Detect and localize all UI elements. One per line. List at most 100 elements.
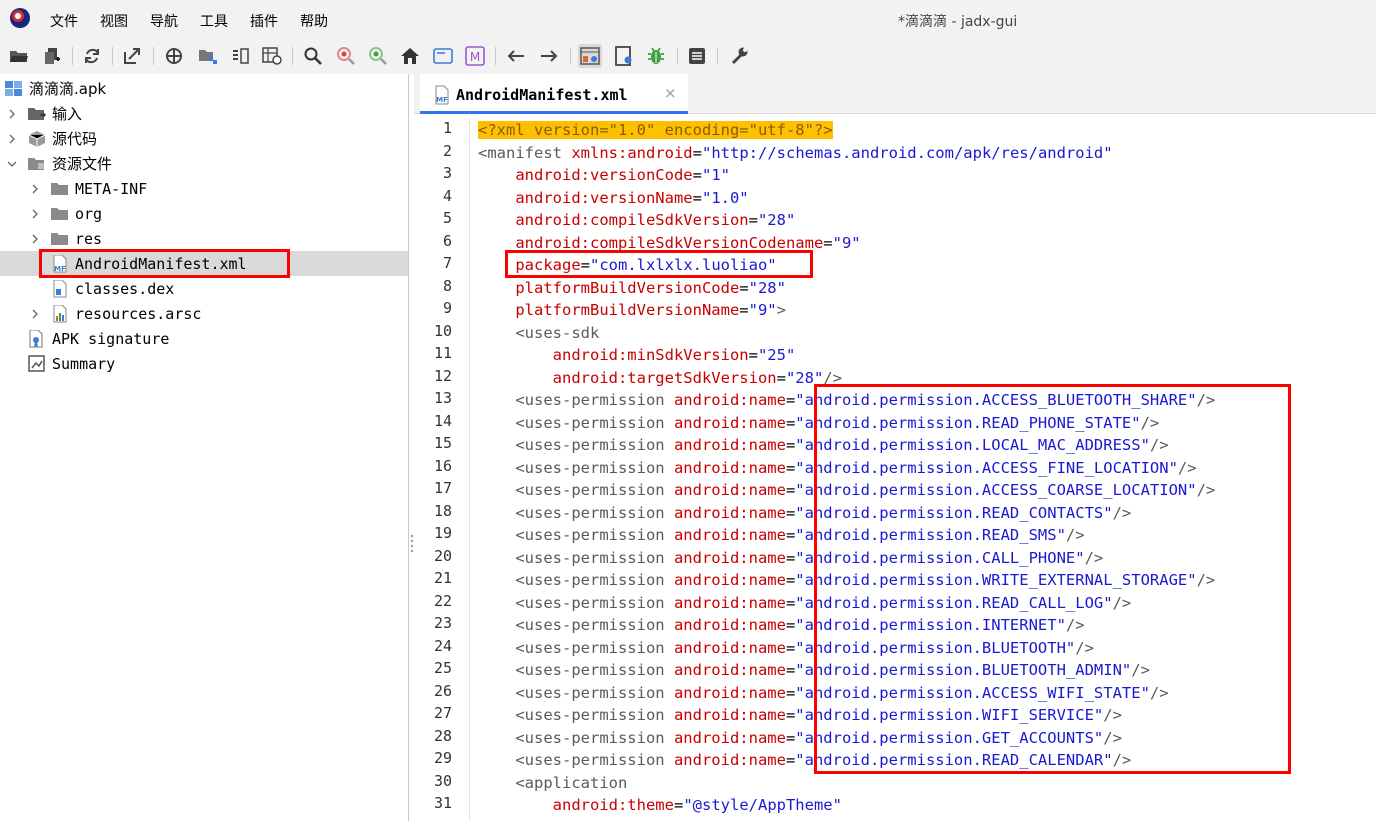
code-token-attr: android:name: [673, 458, 786, 477]
tree-item-res[interactable]: res: [0, 226, 408, 251]
code-token-tag: />: [1140, 413, 1160, 432]
window-title: *滴滴滴 - jadx-gui: [898, 14, 1018, 30]
folder-icon: [51, 231, 69, 247]
code-token-eq: =: [785, 481, 796, 499]
code-token-attr: android:name: [673, 638, 786, 657]
line-number: 1: [442, 119, 452, 137]
code-token-eq: =: [785, 548, 796, 567]
chevron-right-icon[interactable]: [30, 209, 40, 219]
tree-item-android-manifest[interactable]: MF AndroidManifest.xml: [0, 251, 408, 276]
code-token-val: "@style/AppTheme": [683, 796, 842, 814]
code-line: <uses-permission android:name="android.p…: [478, 457, 1196, 479]
code-token-tag: <uses-permission: [515, 751, 674, 769]
search-icon[interactable]: [301, 44, 325, 68]
code-token-eq: =: [785, 661, 796, 679]
close-icon[interactable]: ×: [664, 84, 677, 102]
folder-icon: [51, 181, 69, 197]
split-view-icon[interactable]: [228, 44, 252, 68]
tree-item-resources[interactable]: 资源文件: [0, 151, 408, 176]
code-token-tag: <uses-permission: [515, 458, 674, 477]
code-token-eq: =: [673, 796, 684, 814]
code-token-eq: =: [580, 256, 590, 274]
forward-icon[interactable]: [537, 44, 561, 68]
menu-tools[interactable]: 工具: [200, 11, 228, 31]
tree-item-label: 滴滴滴.apk: [29, 80, 107, 98]
tree-item-input[interactable]: 输入: [0, 101, 408, 126]
log-icon[interactable]: [685, 44, 709, 68]
code-token-eq: =: [692, 143, 702, 162]
sync-target-icon[interactable]: [162, 44, 186, 68]
code-token-tag: <uses-permission: [515, 436, 674, 454]
code-token-tag: <manifest: [478, 143, 572, 162]
code-line: <uses-sdk: [478, 322, 599, 344]
tree-item-label: 资源文件: [52, 155, 113, 173]
code-token-tag: />: [1075, 638, 1094, 657]
code-token-tag: />: [1112, 593, 1132, 612]
code-token-eq: =: [739, 278, 749, 297]
code-token-val: "28": [748, 278, 786, 297]
code-token-attr: package: [515, 256, 581, 274]
tree-item-apk-signature[interactable]: APK signature: [0, 326, 408, 351]
code-token-tag: <uses-permission: [515, 616, 674, 634]
add-files-icon[interactable]: [40, 44, 64, 68]
code-token-val: "28": [757, 211, 796, 229]
flatten-packages-icon[interactable]: [196, 44, 220, 68]
code-token-attr: android:name: [673, 436, 786, 454]
tree-item-meta-inf[interactable]: META-INF: [0, 176, 408, 201]
decompile-all-icon[interactable]: [260, 44, 284, 68]
tree-item-classes-dex[interactable]: classes.dex: [0, 276, 408, 301]
line-number: 9: [442, 299, 452, 317]
tree-item-label: 输入: [52, 105, 83, 123]
quick-tabs-icon[interactable]: [612, 44, 636, 68]
menu-file[interactable]: 文件: [50, 11, 78, 31]
search-usage-icon[interactable]: [334, 44, 358, 68]
open-folder-icon[interactable]: [7, 44, 31, 68]
tab-android-manifest[interactable]: MF AndroidManifest.xml ×: [420, 74, 688, 114]
chevron-right-icon[interactable]: [7, 109, 17, 119]
chevron-right-icon[interactable]: [30, 309, 40, 319]
frame-icon[interactable]: [431, 44, 455, 68]
code-line: <uses-permission android:name="android.p…: [478, 682, 1168, 704]
debugger-icon[interactable]: [644, 44, 668, 68]
code-token-attr: xmlns:android: [571, 143, 693, 162]
code-token-tag: />: [1149, 436, 1169, 454]
tree-item-apk[interactable]: 滴滴滴.apk: [0, 76, 408, 101]
code-token-tag: />: [1112, 503, 1132, 522]
code-area[interactable]: <?xml version="1.0" encoding="utf-8"?> <m…: [478, 118, 1376, 821]
tree-item-summary[interactable]: Summary: [0, 351, 408, 376]
chevron-right-icon[interactable]: [30, 234, 40, 244]
export-icon[interactable]: [120, 44, 144, 68]
chevron-right-icon[interactable]: [30, 184, 40, 194]
tree-item-source[interactable]: 源代码: [0, 126, 408, 151]
menu-help[interactable]: 帮助: [300, 11, 328, 31]
search-comment-icon[interactable]: [366, 44, 390, 68]
code-token-tag: />: [1103, 728, 1122, 747]
code-token-eq: =: [785, 593, 796, 612]
menu-view[interactable]: 视图: [100, 11, 128, 31]
smali-icon[interactable]: M: [463, 44, 487, 68]
code-token-val: "com.lxlxlx.luoliao": [590, 256, 777, 274]
deobfuscation-icon[interactable]: [578, 44, 602, 68]
code-token-eq: =: [785, 706, 796, 724]
code-token-tag: />: [1065, 526, 1085, 544]
preferences-icon[interactable]: [727, 44, 751, 68]
home-icon[interactable]: [398, 44, 422, 68]
back-icon[interactable]: [504, 44, 528, 68]
menu-navigation[interactable]: 导航: [150, 11, 178, 31]
code-token-attr: android:compileSdkVersionCodename: [515, 233, 824, 252]
chevron-down-icon[interactable]: [7, 159, 17, 169]
dex-file-icon: [51, 279, 69, 298]
reload-icon[interactable]: [80, 44, 104, 68]
code-token-tag: <uses-sdk: [515, 323, 600, 342]
menu-plugins[interactable]: 插件: [250, 11, 278, 31]
chevron-right-icon[interactable]: [7, 134, 17, 144]
tree-item-resources-arsc[interactable]: resources.arsc: [0, 301, 408, 326]
tree-item-org[interactable]: org: [0, 201, 408, 226]
